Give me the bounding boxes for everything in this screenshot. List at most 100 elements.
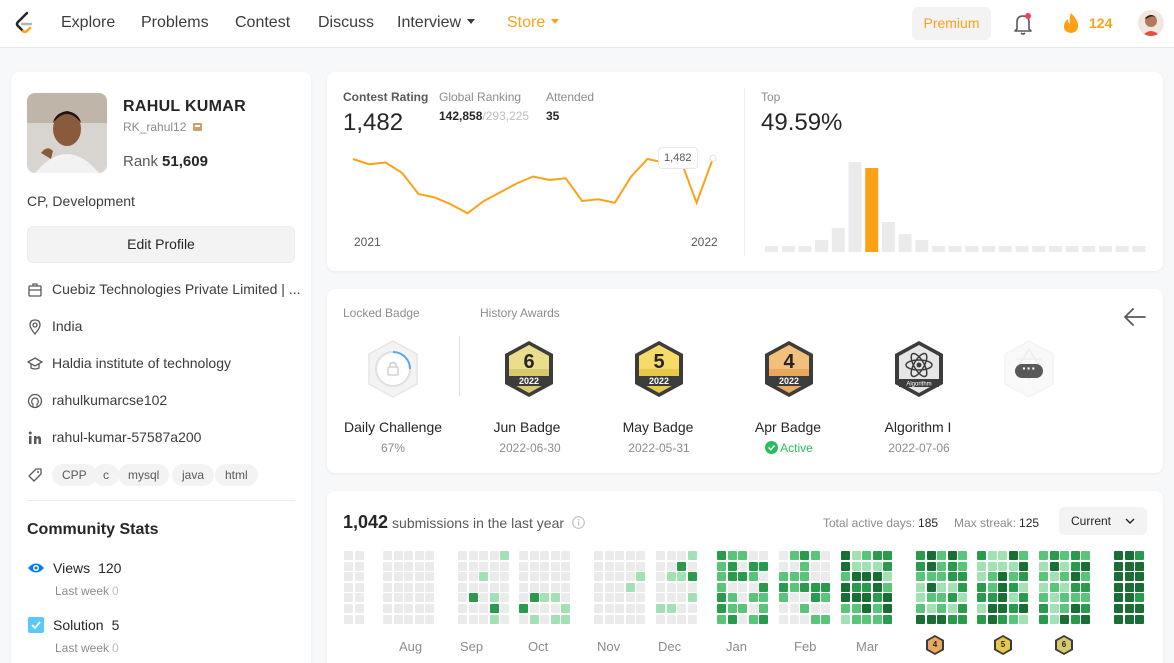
- heatmap-cell[interactable]: [947, 561, 957, 571]
- heatmap-cell[interactable]: [987, 582, 997, 592]
- heatmap-cell[interactable]: [748, 614, 758, 624]
- may-badge-icon[interactable]: 5 2022: [631, 339, 687, 401]
- heatmap-cell[interactable]: [851, 551, 861, 560]
- heatmap-cell[interactable]: [748, 572, 758, 582]
- heatmap-cell[interactable]: [468, 572, 478, 582]
- heatmap-cell[interactable]: [851, 614, 861, 624]
- heatmap-cell[interactable]: [1135, 614, 1145, 624]
- heatmap-cell[interactable]: [1070, 593, 1080, 603]
- nav-discuss[interactable]: Discuss: [318, 14, 374, 32]
- heatmap-cell[interactable]: [468, 561, 478, 571]
- heatmap-cell[interactable]: [1114, 614, 1123, 624]
- heatmap-cell[interactable]: [625, 582, 635, 592]
- heatmap-cell[interactable]: [779, 572, 788, 582]
- heatmap-cell[interactable]: [656, 572, 665, 582]
- skill-tag[interactable]: html: [215, 464, 258, 486]
- heatmap-cell[interactable]: [916, 614, 925, 624]
- heatmap-cell[interactable]: [810, 593, 820, 603]
- heatmap-cell[interactable]: [414, 582, 424, 592]
- heatmap-cell[interactable]: [687, 572, 697, 582]
- heatmap-cell[interactable]: [677, 551, 687, 560]
- heatmap-cell[interactable]: [561, 572, 571, 582]
- heatmap-cell[interactable]: [561, 582, 571, 592]
- heatmap-cell[interactable]: [656, 614, 665, 624]
- heatmap-cell[interactable]: [561, 561, 571, 571]
- heatmap-cell[interactable]: [666, 604, 676, 613]
- heatmap-cell[interactable]: [727, 604, 737, 613]
- heatmap-cell[interactable]: [738, 604, 748, 613]
- heatmap-cell[interactable]: [977, 572, 986, 582]
- heatmap-cell[interactable]: [926, 593, 936, 603]
- heatmap-cell[interactable]: [354, 582, 364, 592]
- heatmap-cell[interactable]: [748, 561, 758, 571]
- heatmap-cell[interactable]: [519, 561, 528, 571]
- heatmap-cell[interactable]: [862, 604, 872, 613]
- heatmap-cell[interactable]: [759, 551, 769, 560]
- heatmap-cell[interactable]: [916, 561, 925, 571]
- arrow-left-icon[interactable]: [1123, 307, 1147, 327]
- jun-badge-icon[interactable]: 6 2022: [501, 339, 557, 401]
- heatmap-cell[interactable]: [738, 593, 748, 603]
- heatmap-cell[interactable]: [550, 582, 560, 592]
- heatmap-cell[interactable]: [404, 572, 414, 582]
- heatmap-cell[interactable]: [479, 582, 489, 592]
- heatmap-cell[interactable]: [479, 561, 489, 571]
- heatmap-cell[interactable]: [789, 561, 799, 571]
- heatmap-cell[interactable]: [414, 551, 424, 560]
- heatmap-cell[interactable]: [383, 561, 392, 571]
- heatmap-cell[interactable]: [604, 593, 614, 603]
- leetcode-logo-icon[interactable]: [13, 11, 35, 35]
- heatmap-cell[interactable]: [717, 551, 726, 560]
- heatmap-cell[interactable]: [779, 561, 788, 571]
- heatmap-cell[interactable]: [354, 614, 364, 624]
- heatmap-cell[interactable]: [926, 614, 936, 624]
- streak-count[interactable]: 124: [1089, 15, 1112, 31]
- heatmap-cell[interactable]: [862, 593, 872, 603]
- heatmap-cell[interactable]: [500, 614, 510, 624]
- heatmap-cell[interactable]: [540, 593, 550, 603]
- heatmap-cell[interactable]: [625, 614, 635, 624]
- heatmap-cell[interactable]: [727, 551, 737, 560]
- heatmap-cell[interactable]: [489, 572, 499, 582]
- heatmap-cell[interactable]: [550, 604, 560, 613]
- heatmap-cell[interactable]: [998, 551, 1008, 560]
- heatmap-cell[interactable]: [636, 614, 646, 624]
- heatmap-cell[interactable]: [519, 593, 528, 603]
- heatmap-cell[interactable]: [561, 593, 571, 603]
- heatmap-cell[interactable]: [1060, 593, 1070, 603]
- heatmap-cell[interactable]: [1019, 604, 1029, 613]
- heatmap-cell[interactable]: [383, 604, 392, 613]
- heatmap-cell[interactable]: [500, 561, 510, 571]
- heatmap-cell[interactable]: [789, 572, 799, 582]
- heatmap-cell[interactable]: [468, 582, 478, 592]
- heatmap-cell[interactable]: [489, 593, 499, 603]
- heatmap-cell[interactable]: [1019, 593, 1029, 603]
- heatmap-cell[interactable]: [594, 572, 603, 582]
- heatmap-cell[interactable]: [738, 582, 748, 592]
- submission-heatmap[interactable]: [327, 491, 1163, 663]
- heatmap-cell[interactable]: [519, 614, 528, 624]
- heatmap-cell[interactable]: [1049, 561, 1059, 571]
- heatmap-cell[interactable]: [937, 561, 947, 571]
- heatmap-cell[interactable]: [779, 551, 788, 560]
- heatmap-cell[interactable]: [393, 593, 403, 603]
- skill-tag[interactable]: java: [172, 464, 215, 486]
- heatmap-cell[interactable]: [1081, 572, 1091, 582]
- heatmap-cell[interactable]: [810, 561, 820, 571]
- heatmap-cell[interactable]: [977, 551, 986, 560]
- heatmap-cell[interactable]: [851, 593, 861, 603]
- heatmap-cell[interactable]: [947, 572, 957, 582]
- heatmap-cell[interactable]: [958, 593, 968, 603]
- heatmap-cell[interactable]: [998, 604, 1008, 613]
- heatmap-cell[interactable]: [404, 604, 414, 613]
- heatmap-cell[interactable]: [615, 561, 625, 571]
- heatmap-cell[interactable]: [998, 593, 1008, 603]
- heatmap-cell[interactable]: [1060, 614, 1070, 624]
- heatmap-cell[interactable]: [947, 551, 957, 560]
- heatmap-cell[interactable]: [458, 604, 467, 613]
- heatmap-cell[interactable]: [1070, 582, 1080, 592]
- heatmap-cell[interactable]: [916, 572, 925, 582]
- heatmap-cell[interactable]: [1124, 614, 1134, 624]
- heatmap-cell[interactable]: [1124, 561, 1134, 571]
- heatmap-cell[interactable]: [344, 614, 353, 624]
